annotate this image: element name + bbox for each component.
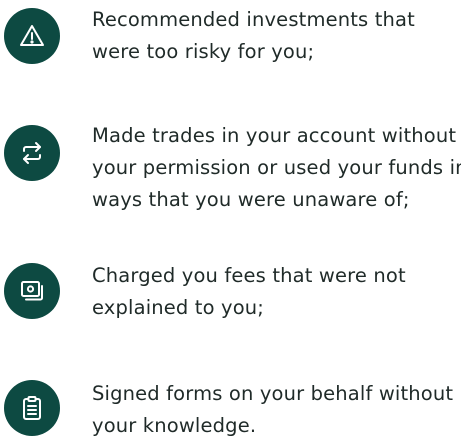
swap-arrows-icon (4, 125, 60, 181)
text-line: were too risky for you; (92, 40, 315, 63)
clipboard-icon (4, 380, 60, 436)
text-line: Charged you fees that were not (92, 264, 406, 287)
text-line: Signed forms on your behalf without (92, 382, 454, 405)
text-line: your knowledge. (92, 414, 257, 437)
text-line: Recommended investments that (92, 8, 415, 31)
text-line: explained to you; (92, 296, 265, 319)
list-item-text: Charged you fees that were not explained… (92, 260, 458, 324)
list-item-text: Recommended investments that were too ri… (92, 4, 458, 68)
list-item-text: Signed forms on your behalf without your… (92, 378, 458, 442)
list-item-text: Made trades in your account without your… (92, 120, 461, 216)
warning-icon (4, 8, 60, 64)
text-line: ways that you were unaware of; (92, 188, 410, 211)
text-line: Made trades in your account without (92, 124, 457, 147)
money-bill-icon (4, 263, 60, 319)
text-line: your permission or used your funds in (92, 156, 461, 179)
